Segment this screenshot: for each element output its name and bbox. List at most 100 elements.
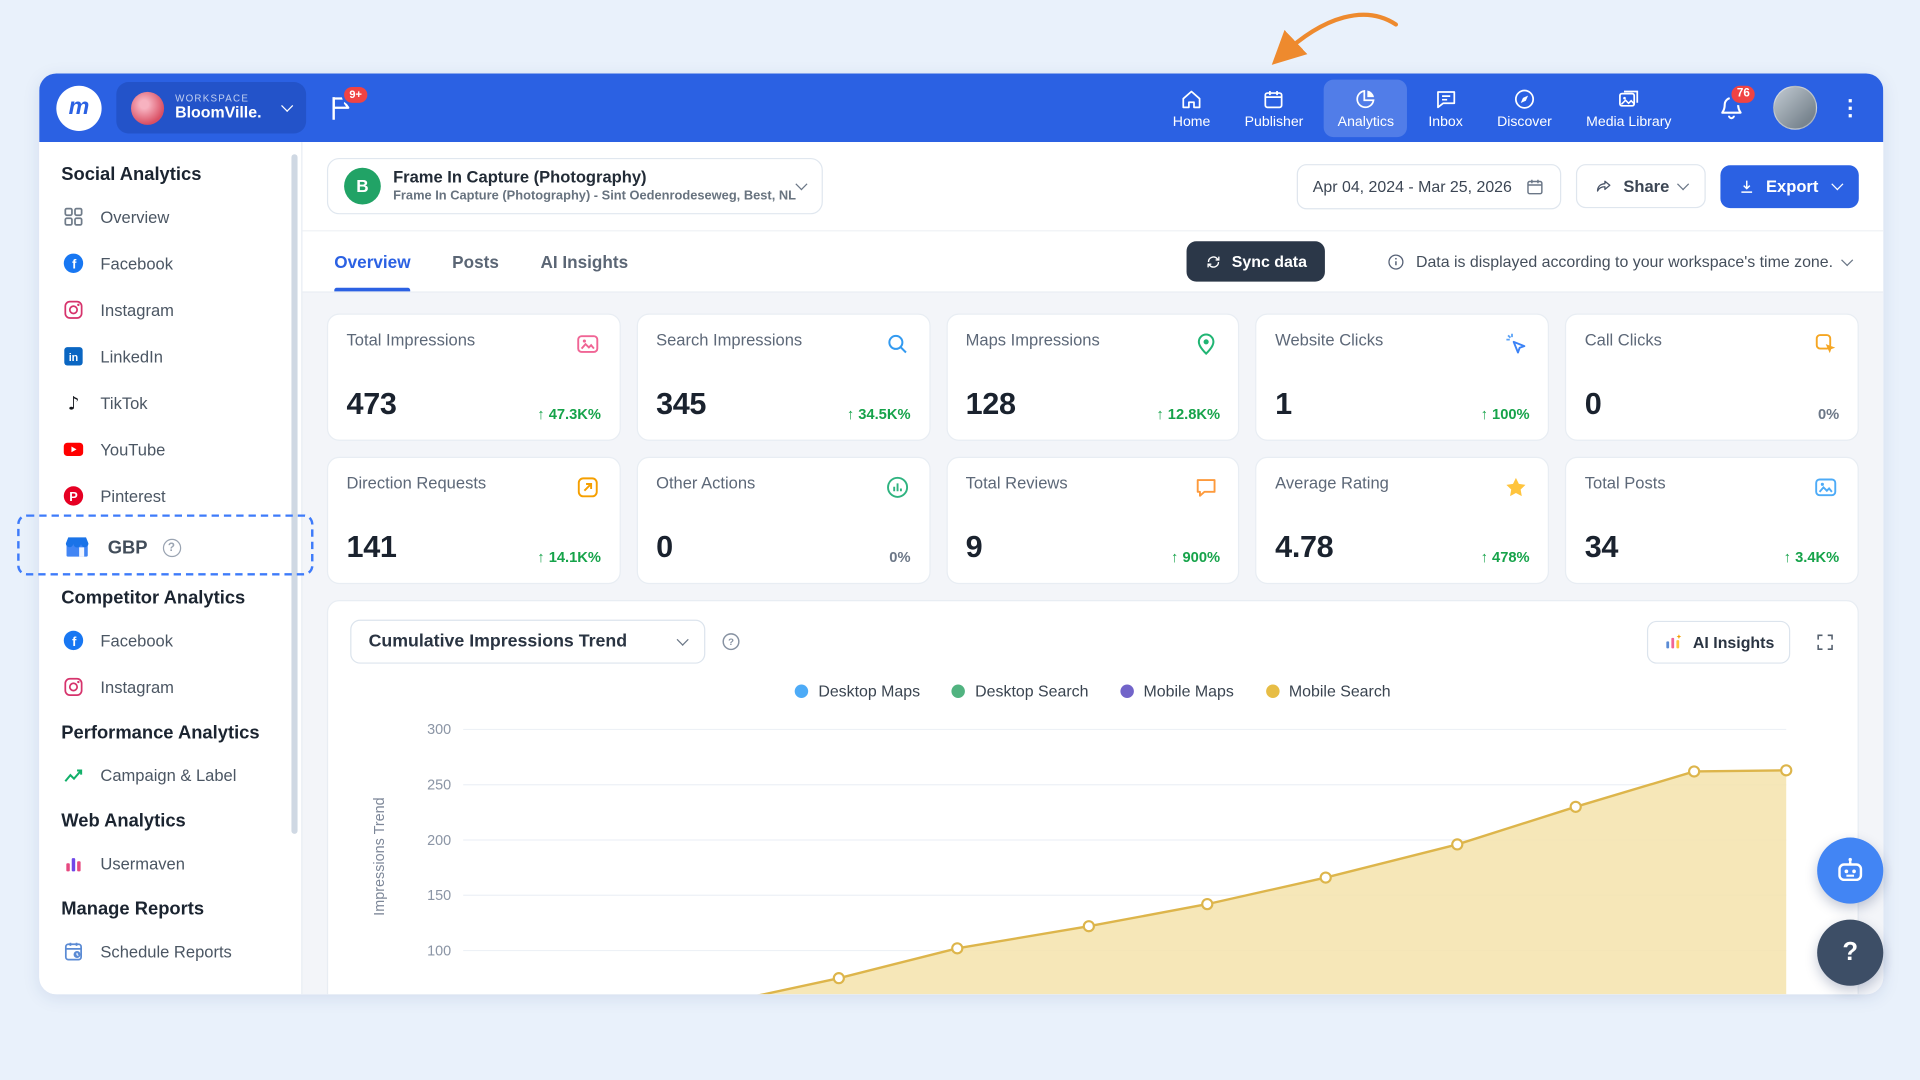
legend-item-mobile-search[interactable]: Mobile Search (1266, 682, 1391, 700)
share-icon (1594, 176, 1614, 196)
youtube-icon (61, 437, 85, 461)
tab-posts[interactable]: Posts (452, 231, 499, 291)
content-area: Total Impressions 473 ↑ 47.3K% Search Im… (302, 293, 1883, 995)
nav-item-discover[interactable]: Discover (1484, 79, 1566, 137)
sidebar-item-usermaven[interactable]: Usermaven (39, 840, 301, 887)
metric-card-total-impressions: Total Impressions 473 ↑ 47.3K% (327, 313, 621, 440)
sidebar-item-youtube[interactable]: YouTube (39, 426, 301, 473)
metric-title: Other Actions (656, 474, 755, 492)
fullscreen-icon[interactable] (1815, 631, 1836, 652)
sidebar-sections: Social Analytics Overview f Facebook Ins… (39, 152, 301, 975)
tabs-bar: Overview Posts AI Insights Sync data Dat… (302, 231, 1883, 292)
impressions-icon (574, 331, 601, 358)
metric-card-total-reviews: Total Reviews 9 ↑ 900% (946, 457, 1240, 584)
sidebar-item-facebook[interactable]: f Facebook (39, 617, 301, 664)
legend-item-mobile-maps[interactable]: Mobile Maps (1120, 682, 1234, 700)
legend-dot (795, 684, 808, 697)
overflow-menu-icon[interactable]: ⋮ (1834, 95, 1866, 121)
user-avatar[interactable] (1773, 86, 1817, 130)
linkedin-icon: in (61, 344, 85, 368)
sidebar-item-instagram[interactable]: Instagram (39, 287, 301, 334)
sidebar-item-campaign-label[interactable]: Campaign & Label (39, 752, 301, 799)
discover-icon (1512, 86, 1536, 110)
sidebar-item-linkedin[interactable]: in LinkedIn (39, 333, 301, 380)
metric-value: 4.78 (1275, 530, 1333, 566)
other-actions-icon (884, 474, 911, 501)
profile-selector[interactable]: B Frame In Capture (Photography) Frame I… (327, 158, 823, 214)
chart-header: Cumulative Impressions Trend ? AI Insigh… (350, 620, 1835, 664)
reviews-icon (1193, 474, 1220, 501)
inbox-icon (1433, 86, 1457, 110)
primary-nav: Home Publisher Analytics Inbox Discover … (1159, 79, 1685, 137)
chevron-down-icon (677, 634, 689, 646)
legend-dot (1120, 684, 1133, 697)
help-icon[interactable]: ? (720, 631, 742, 653)
metric-title: Maps Impressions (966, 331, 1100, 349)
sidebar-item-overview[interactable]: Overview (39, 193, 301, 240)
tab-overview[interactable]: Overview (334, 231, 410, 291)
usermaven-icon (61, 851, 85, 875)
search-impressions-icon (884, 331, 911, 358)
ai-insights-button[interactable]: AI Insights (1646, 620, 1790, 663)
metric-value: 345 (656, 387, 706, 423)
help-icon[interactable]: ? (162, 538, 180, 556)
sidebar-section-social-analytics: Social Analytics (39, 152, 301, 194)
metric-card-total-posts: Total Posts 34 ↑ 3.4K% (1565, 457, 1859, 584)
metric-change: ↑ 100% (1481, 405, 1530, 422)
announcements-flag-button[interactable]: 9+ (325, 92, 357, 124)
sidebar-section-competitor-analytics: Competitor Analytics (39, 576, 301, 618)
tab-ai-insights[interactable]: AI Insights (540, 231, 628, 291)
rating-icon (1503, 474, 1530, 501)
legend-label: Mobile Maps (1144, 682, 1234, 700)
svg-text:100: 100 (427, 943, 451, 959)
metric-title: Average Rating (1275, 474, 1389, 492)
nav-item-home[interactable]: Home (1159, 79, 1224, 137)
sidebar-item-pinterest[interactable]: P Pinterest (39, 473, 301, 520)
legend-item-desktop-maps[interactable]: Desktop Maps (795, 682, 920, 700)
sidebar-item-gbp[interactable]: GBP ? (39, 519, 301, 575)
metric-value: 1 (1275, 387, 1292, 423)
sidebar-item-instagram[interactable]: Instagram (39, 664, 301, 711)
chart-card: Cumulative Impressions Trend ? AI Insigh… (327, 600, 1859, 994)
nav-item-publisher[interactable]: Publisher (1231, 79, 1317, 137)
nav-item-analytics[interactable]: Analytics (1324, 79, 1407, 137)
metric-card-search-impressions: Search Impressions 345 ↑ 34.5K% (636, 313, 930, 440)
sidebar-item-schedule-reports[interactable]: Schedule Reports (39, 928, 301, 975)
metric-change: ↑ 14.1K% (537, 549, 601, 566)
chart-metric-select[interactable]: Cumulative Impressions Trend (350, 620, 705, 664)
chatbot-button[interactable] (1817, 838, 1883, 904)
date-range-picker[interactable]: Apr 04, 2024 - Mar 25, 2026 (1297, 163, 1561, 208)
sidebar-item-tiktok[interactable]: ♪ TikTok (39, 380, 301, 427)
instagram-icon (61, 298, 85, 322)
export-button[interactable]: Export (1721, 165, 1859, 208)
sidebar-scrollbar[interactable] (291, 154, 297, 834)
notifications-button[interactable]: 76 (1717, 93, 1746, 122)
metric-value: 128 (966, 387, 1016, 423)
nav-item-inbox[interactable]: Inbox (1415, 79, 1476, 137)
profile-avatar: B (344, 168, 381, 205)
app-logo[interactable]: m (56, 85, 101, 130)
chevron-down-icon[interactable] (1841, 254, 1853, 266)
metric-card-average-rating: Average Rating 4.78 ↑ 478% (1256, 457, 1550, 584)
logo-letter: m (69, 94, 90, 121)
legend-item-desktop-search[interactable]: Desktop Search (952, 682, 1089, 700)
main-content: B Frame In Capture (Photography) Frame I… (302, 142, 1883, 994)
refresh-icon (1205, 253, 1222, 270)
metric-value: 141 (347, 530, 397, 566)
sync-data-button[interactable]: Sync data (1186, 241, 1325, 281)
call-clicks-icon (1812, 331, 1839, 358)
metric-card-call-clicks: Call Clicks 0 0% (1565, 313, 1859, 440)
help-button[interactable]: ? (1817, 920, 1883, 986)
legend-dot (952, 684, 965, 697)
maps-impressions-icon (1193, 331, 1220, 358)
website-clicks-icon (1503, 331, 1530, 358)
sidebar-item-facebook[interactable]: f Facebook (39, 240, 301, 287)
metric-value: 0 (656, 530, 673, 566)
metric-change: ↑ 12.8K% (1156, 405, 1220, 422)
metric-value: 0 (1585, 387, 1602, 423)
nav-item-media-library[interactable]: Media Library (1573, 79, 1685, 137)
workspace-selector[interactable]: WORKSPACE BloomVille. (116, 82, 305, 133)
svg-text:f: f (72, 634, 77, 649)
share-button[interactable]: Share (1576, 164, 1706, 208)
facebook-icon: f (61, 251, 85, 275)
